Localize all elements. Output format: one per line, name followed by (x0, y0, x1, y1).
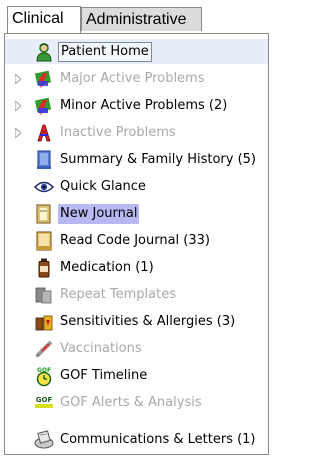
tree-item-read-code-journal[interactable]: Read Code Journal (33) (5, 228, 268, 253)
allergies-icon (33, 311, 55, 333)
tree-item-sensitivities-allergies[interactable]: Sensitivities & Allergies (3) (5, 309, 268, 334)
tree-item-label: Read Code Journal (33) (60, 232, 210, 248)
tree-item-label: Summary & Family History (5) (60, 151, 256, 167)
tree-item-label: Vaccinations (60, 340, 142, 356)
tree-item-label: Medication (1) (60, 259, 154, 275)
inactive-problems-icon (33, 122, 55, 144)
journal-icon (33, 203, 55, 225)
tree-item-label: New Journal (58, 203, 140, 224)
tree-item-label: Quick Glance (60, 178, 146, 194)
tree-item-vaccinations[interactable]: Vaccinations (5, 336, 268, 361)
read-code-journal-icon (33, 230, 55, 252)
tree-item-label: GOF Timeline (60, 367, 148, 383)
syringe-icon (33, 338, 55, 360)
summary-history-icon (33, 149, 55, 171)
tree-item-medication[interactable]: Medication (1) (5, 255, 268, 280)
tree-item-label: Minor Active Problems (2) (60, 97, 228, 113)
tree-item-label: Repeat Templates (60, 286, 176, 302)
tree-item-label: Sensitivities & Allergies (3) (60, 313, 236, 329)
repeat-templates-icon (33, 284, 55, 306)
tree-item-summary-family-history[interactable]: Summary & Family History (5) (5, 147, 268, 172)
gof-alerts-icon: GOF (33, 392, 55, 414)
tree-item-label: GOF Alerts & Analysis (60, 394, 202, 410)
minor-active-problems-icon (33, 95, 55, 117)
expand-arrow-icon[interactable] (14, 127, 22, 138)
tab-clinical[interactable]: Clinical (7, 6, 81, 33)
tree-item-inactive-problems[interactable]: Inactive Problems (5, 120, 268, 145)
tree-item-new-journal[interactable]: New Journal (5, 201, 268, 226)
tree-item-major-active-problems[interactable]: Major Active Problems (5, 66, 268, 91)
tree-item-gof-alerts-analysis[interactable]: GOF GOF Alerts & Analysis (5, 390, 268, 415)
tree-item-repeat-templates[interactable]: Repeat Templates (5, 282, 268, 307)
expand-arrow-icon[interactable] (14, 100, 22, 111)
major-active-problems-icon (33, 68, 55, 90)
tree-item-label: Major Active Problems (60, 70, 205, 86)
patient-home-icon (33, 41, 55, 63)
clinical-tree-panel: Patient Home Major Active Problems Minor… (4, 33, 269, 455)
tree-item-minor-active-problems[interactable]: Minor Active Problems (2) (5, 93, 268, 118)
tab-administrative[interactable]: Administrative (81, 7, 202, 31)
tree-item-gof-timeline[interactable]: GOF GOF Timeline (5, 363, 268, 388)
tree-item-quick-glance[interactable]: Quick Glance (5, 174, 268, 199)
gof-badge-text: GOF (36, 396, 53, 404)
tree-item-label: Communications & Letters (1) (60, 431, 256, 447)
medication-bottle-icon (33, 257, 55, 279)
tree-item-label: Inactive Problems (60, 124, 176, 140)
communications-icon (33, 429, 55, 451)
tab-strip: Clinical Administrative (3, 6, 269, 33)
gof-timeline-icon: GOF (33, 365, 55, 387)
tree-item-label: Patient Home (58, 41, 152, 62)
eye-icon (33, 176, 55, 198)
tree-item-patient-home[interactable]: Patient Home (5, 39, 268, 64)
tree-item-communications-letters[interactable]: Communications & Letters (1) (5, 427, 268, 452)
expand-arrow-icon[interactable] (14, 73, 22, 84)
